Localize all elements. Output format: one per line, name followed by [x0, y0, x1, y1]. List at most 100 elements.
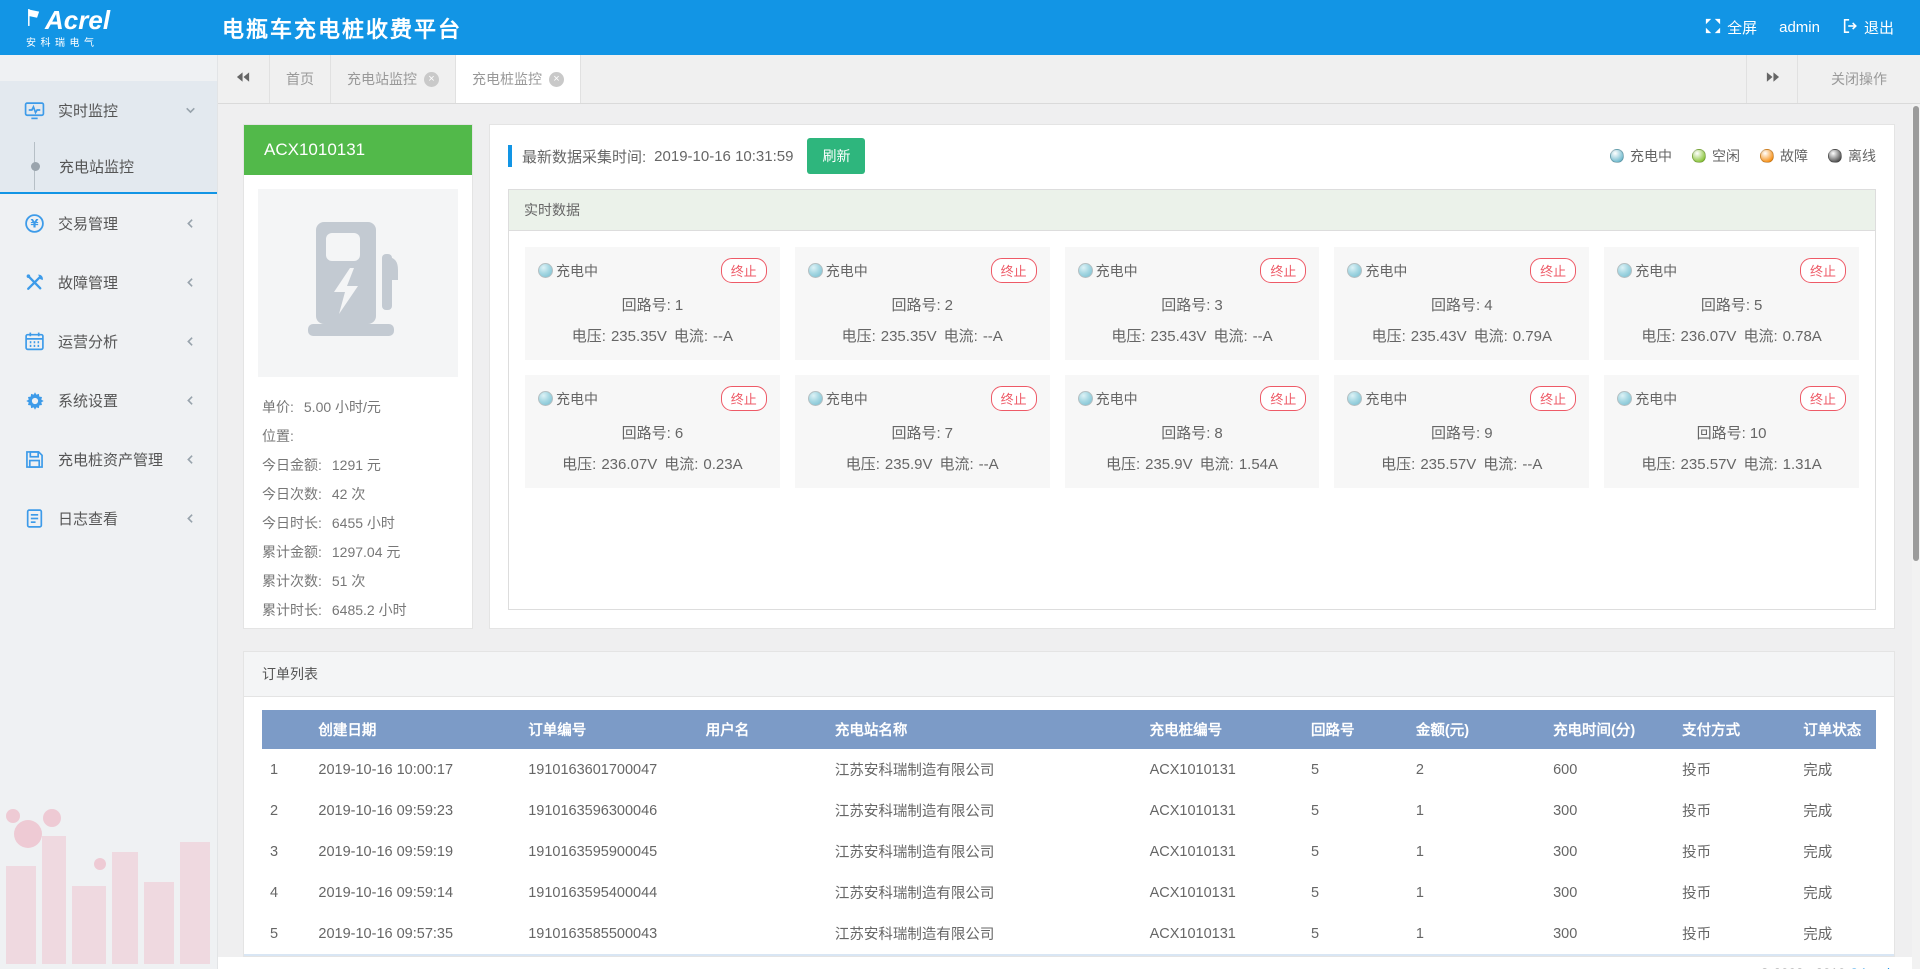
order-status-cell: 完成	[1795, 790, 1876, 831]
voltage-value: 235.35V	[611, 328, 667, 345]
stat-value: 1291 元	[332, 451, 381, 480]
transaction-icon: ¥	[24, 213, 45, 234]
user-menu[interactable]: admin	[1779, 19, 1820, 36]
circuit-no-cell: 5	[1303, 913, 1408, 954]
status-ball-icon	[1692, 149, 1706, 163]
order-no-cell: 1910163595400044	[520, 872, 698, 913]
tabs-scroll-right-button[interactable]	[1746, 55, 1798, 103]
terminate-button[interactable]: 终止	[1800, 386, 1846, 411]
sidebar-group-header[interactable]: ¥ 交易管理	[0, 194, 217, 253]
tab[interactable]: 充电站监控 ×	[331, 55, 456, 103]
vertical-scrollbar[interactable]	[1912, 104, 1920, 969]
top-header: Acrel 安科瑞电气 电瓶车充电桩收费平台 全屏 admin 退出	[0, 0, 1920, 55]
pile-stat-row: 累计金额: 1297.04 元	[262, 538, 454, 567]
terminate-button[interactable]: 终止	[721, 258, 767, 283]
circuit-number-value: 6	[675, 425, 683, 442]
stat-label: 累计次数:	[262, 567, 322, 596]
order-row[interactable]: 52019-10-16 09:57:351910163585500043江苏安科…	[262, 913, 1876, 954]
terminate-button[interactable]: 终止	[1800, 258, 1846, 283]
create-date-cell: 2019-10-16 09:59:14	[310, 872, 520, 913]
order-row[interactable]: 12019-10-16 10:00:171910163601700047江苏安科…	[262, 749, 1876, 790]
collect-time-value: 2019-10-16 10:31:59	[654, 148, 793, 165]
sidebar-group-header[interactable]: 系统设置	[0, 371, 217, 430]
order-row[interactable]: 22019-10-16 09:59:231910163596300046江苏安科…	[262, 790, 1876, 831]
amount-cell: 1	[1408, 831, 1545, 872]
pile-no-cell: ACX1010131	[1142, 749, 1303, 790]
tabs-scroll-left-button[interactable]	[218, 55, 270, 103]
circuit-number-label: 回路号:	[1701, 297, 1750, 314]
tab-close-icon[interactable]: ×	[549, 72, 564, 87]
current-label: 电流:	[1483, 456, 1517, 473]
current-value: 1.54A	[1239, 456, 1278, 473]
legend-label: 空闲	[1712, 146, 1740, 166]
circuit-number-label: 回路号:	[891, 425, 940, 442]
chevron-icon	[184, 104, 197, 117]
scrollbar-thumb[interactable]	[1913, 106, 1919, 561]
username-cell	[698, 790, 827, 831]
circuit-status: 充电中	[826, 389, 868, 409]
main-content: ACX1010131	[218, 104, 1920, 969]
circuit-number-value: 9	[1484, 425, 1492, 442]
logout-button[interactable]: 退出	[1842, 17, 1894, 38]
realtime-data-panel: 实时数据 充电中 终止 回路号:1 电压:235.35V电流:--A 充电中 终…	[508, 189, 1876, 610]
logout-icon	[1842, 18, 1858, 38]
current-label: 电流:	[1743, 328, 1777, 345]
sidebar-group-header[interactable]: 充电桩资产管理	[0, 430, 217, 489]
voltage-label: 电压:	[1641, 328, 1675, 345]
sidebar-subitem-label: 充电站监控	[59, 156, 134, 177]
tab-close-icon[interactable]: ×	[424, 72, 439, 87]
tab[interactable]: 首页	[270, 55, 331, 103]
terminate-button[interactable]: 终止	[1530, 386, 1576, 411]
terminate-button[interactable]: 终止	[1530, 258, 1576, 283]
status-ball-charging-icon	[808, 263, 823, 278]
voltage-label: 电压:	[1372, 328, 1406, 345]
sidebar-subitem[interactable]: 充电站监控	[0, 140, 217, 192]
charge-minutes-cell: 300	[1545, 790, 1674, 831]
username-cell	[698, 831, 827, 872]
terminate-button[interactable]: 终止	[991, 386, 1037, 411]
stat-label: 今日次数:	[262, 480, 322, 509]
station-name-cell: 江苏安科瑞制造有限公司	[827, 790, 1142, 831]
close-operations-button[interactable]: 关闭操作	[1798, 55, 1920, 103]
stat-label: 单价:	[262, 393, 294, 422]
column-header: 金额(元)	[1408, 710, 1545, 749]
circuit-number-label: 回路号:	[622, 425, 671, 442]
circuit-number-label: 回路号:	[1161, 297, 1210, 314]
status-ball-icon	[1760, 149, 1774, 163]
order-row[interactable]: 32019-10-16 09:59:191910163595900045江苏安科…	[262, 831, 1876, 872]
station-name-cell: 江苏安科瑞制造有限公司	[827, 831, 1142, 872]
sidebar-group-header[interactable]: 运营分析	[0, 312, 217, 371]
legend-label: 充电中	[1630, 146, 1672, 166]
circuit-card: 充电中 终止 回路号:7 电压:235.9V电流:--A	[795, 375, 1050, 488]
sidebar-group: 充电桩资产管理	[0, 430, 217, 489]
order-row[interactable]: 42019-10-16 09:59:141910163595400044江苏安科…	[262, 872, 1876, 913]
sidebar-group-header[interactable]: 日志查看	[0, 489, 217, 548]
double-chevron-right-icon	[1765, 70, 1780, 88]
current-label: 电流:	[939, 456, 973, 473]
terminate-button[interactable]: 终止	[1260, 258, 1306, 283]
circuit-status: 充电中	[1365, 389, 1407, 409]
sidebar-group-header[interactable]: 故障管理	[0, 253, 217, 312]
current-label: 电流:	[664, 456, 698, 473]
voltage-value: 235.9V	[1145, 456, 1193, 473]
username-cell	[698, 913, 827, 954]
sidebar-group-header[interactable]: 实时监控	[0, 81, 217, 140]
terminate-button[interactable]: 终止	[721, 386, 767, 411]
tab[interactable]: 充电桩监控 ×	[456, 55, 581, 103]
status-ball-charging-icon	[1617, 391, 1632, 406]
stat-value: 6455 小时	[332, 509, 395, 538]
terminate-button[interactable]: 终止	[991, 258, 1037, 283]
pile-stat-row: 累计次数: 51 次	[262, 567, 454, 596]
current-value: --A	[983, 328, 1003, 345]
create-date-cell: 2019-10-16 09:57:35	[310, 913, 520, 954]
fullscreen-button[interactable]: 全屏	[1705, 17, 1757, 38]
terminate-button[interactable]: 终止	[1260, 386, 1306, 411]
refresh-button[interactable]: 刷新	[807, 138, 865, 174]
column-header: 充电站名称	[827, 710, 1142, 749]
orders-panel: 订单列表 创建日期订单编号用户名充电站名称充电桩编号回路号金额(元)充电时间(分…	[243, 651, 1895, 957]
pay-method-cell: 投币	[1674, 872, 1795, 913]
circuit-status: 充电中	[826, 261, 868, 281]
realtime-monitor-icon	[24, 100, 45, 121]
pile-icon-panel	[258, 189, 458, 377]
column-header: 回路号	[1303, 710, 1408, 749]
